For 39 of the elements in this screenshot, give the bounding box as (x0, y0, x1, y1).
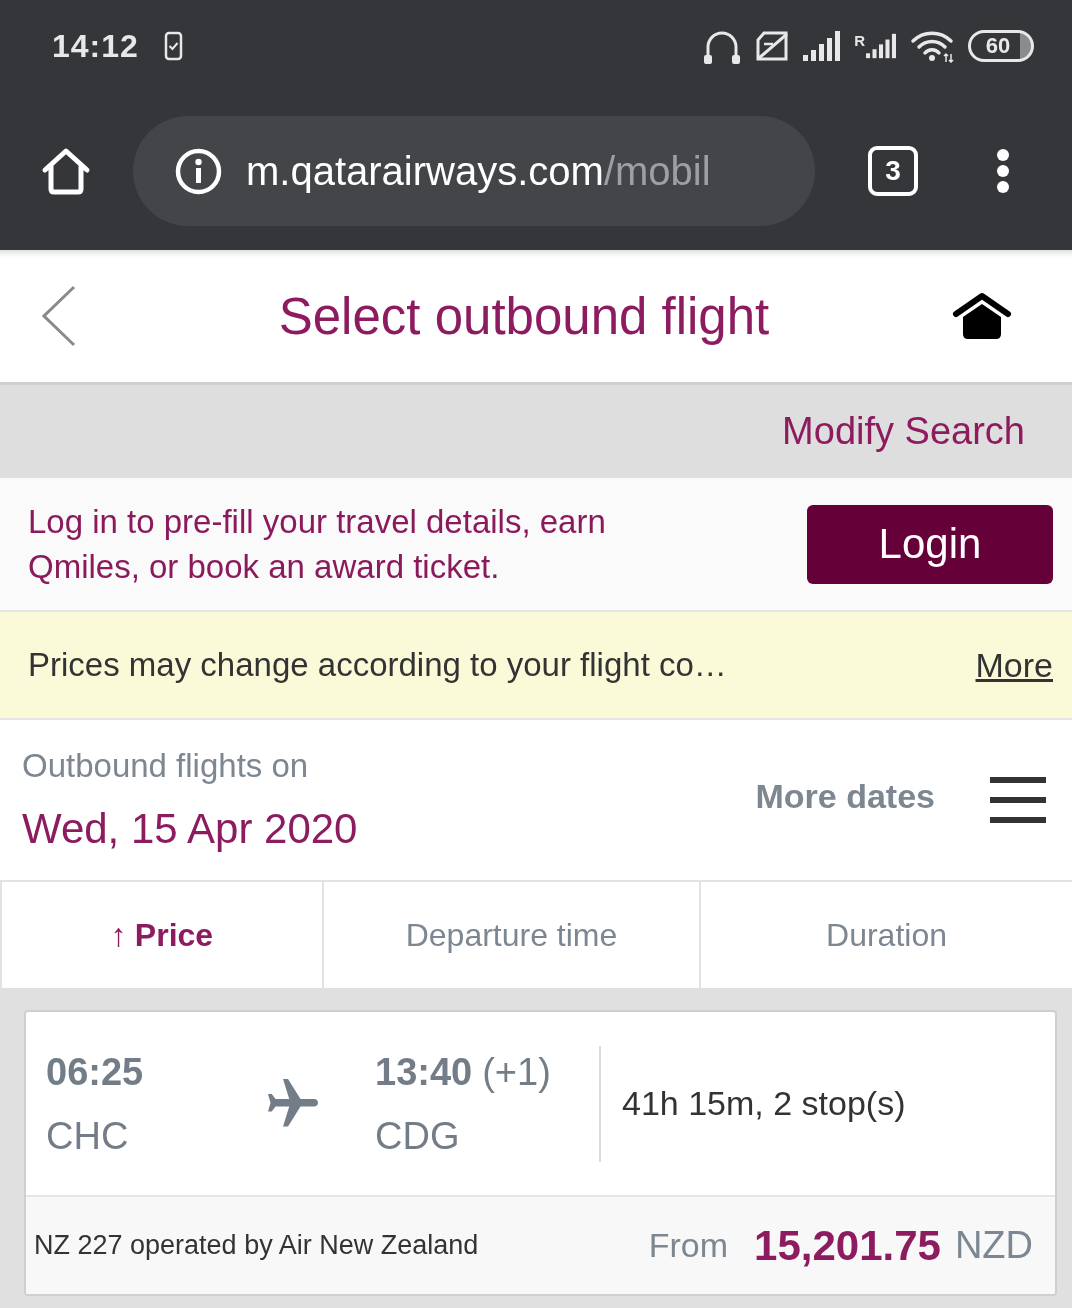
sim-card-crossed-icon (755, 30, 790, 62)
home-icon[interactable] (40, 145, 92, 197)
menu-icon[interactable] (996, 148, 1010, 194)
tab-switcher-button[interactable]: 3 (868, 146, 918, 196)
day-offset: (+1) (482, 1050, 551, 1093)
airplane-icon (268, 1078, 318, 1129)
address-bar[interactable]: m.qatarairways.com/mobil (133, 116, 815, 226)
modify-search-link[interactable]: Modify Search (782, 410, 1025, 453)
sort-arrow-icon: ↑ (110, 916, 127, 954)
menu-icon[interactable] (990, 777, 1046, 823)
signal-bars-icon (866, 33, 896, 59)
more-dates-button[interactable]: More dates (755, 776, 935, 816)
phone-check-icon (162, 31, 184, 61)
info-icon[interactable] (175, 147, 222, 195)
login-message: Log in to pre-fill your travel details, earn Qmiles, or book an award ticket. (28, 502, 607, 587)
clock-time: 14:12 (52, 27, 139, 65)
url-text: m.qatarairways.com/mobil (246, 148, 711, 194)
home-icon[interactable] (952, 292, 1012, 340)
departure-airport: CHC (46, 1114, 130, 1157)
price-amount: 15,201.75 (754, 1221, 941, 1270)
more-link[interactable]: More (975, 645, 1053, 685)
flight-duration: 41h 15m, 2 stop(s) (622, 1084, 906, 1123)
flight-card[interactable]: 06:25 CHC 13:40 (+1) CDG 41h 15m, 2 stop(s) NZ 227 operated by Air New Zealand From 15,201.75 NZD (24, 1010, 1057, 1296)
currency-label: NZD (954, 1224, 1033, 1267)
departure-time: 06:25 (46, 1050, 145, 1093)
operator-text: NZ 227 operated by Air New Zealand (34, 1230, 480, 1261)
battery-indicator: 60 (968, 30, 1034, 62)
arrival-airport: CDG (375, 1114, 461, 1157)
price-prefix: From (648, 1226, 729, 1265)
roaming-label: R (854, 33, 865, 48)
section-label: Outbound flights on (22, 747, 310, 785)
login-button[interactable]: Login (807, 504, 1053, 584)
arrival-time: 13:40 (375, 1050, 473, 1093)
page-title: Select outbound flight (277, 286, 771, 346)
signal-bars-icon (803, 31, 841, 61)
price-notice-text: Prices may change according to your flight co… (28, 646, 727, 684)
flight-date: Wed, 15 Apr 2020 (22, 805, 359, 853)
wifi-icon (910, 29, 954, 63)
back-chevron-icon[interactable] (42, 285, 76, 347)
